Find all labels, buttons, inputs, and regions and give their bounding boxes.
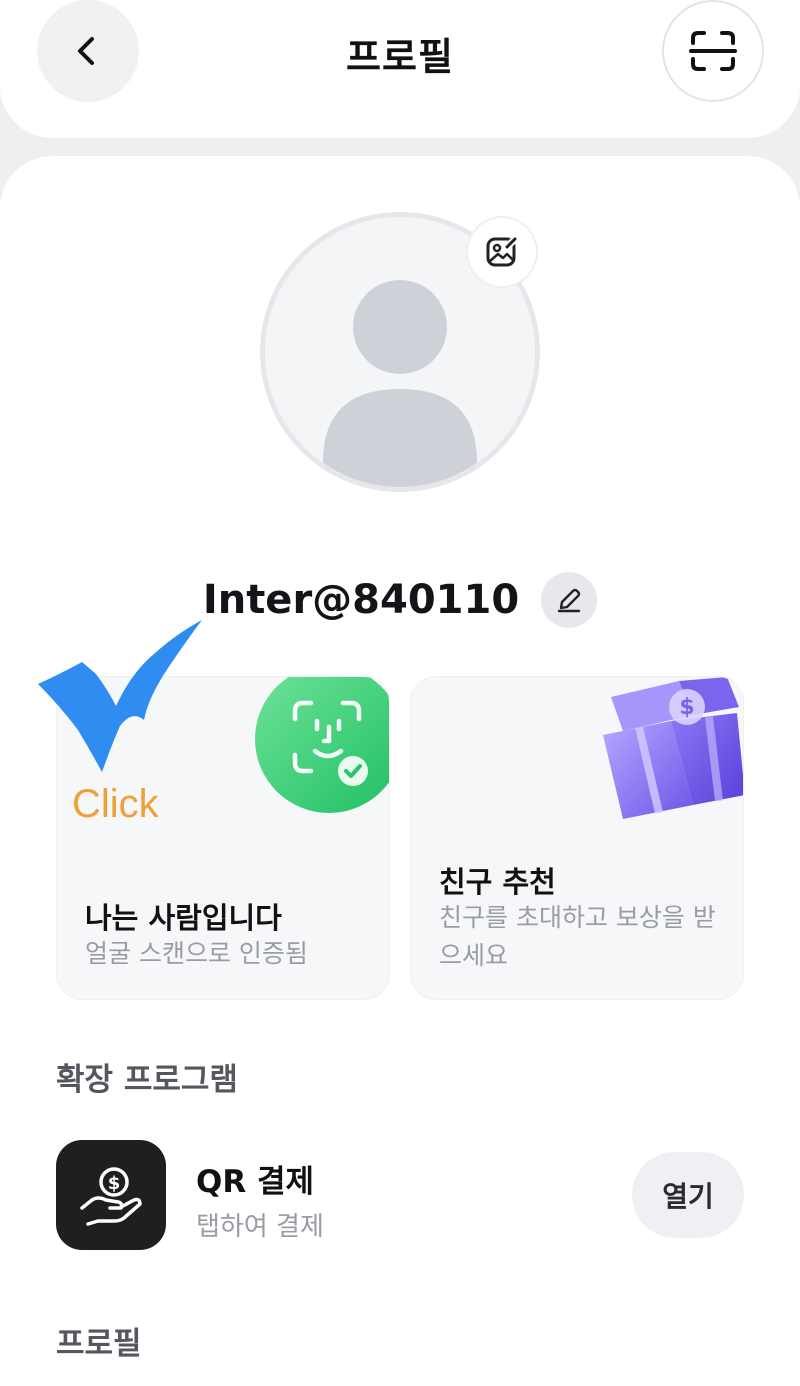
checkmark-annotation-icon [38, 620, 202, 772]
extension-name: QR 결제 [196, 1164, 315, 1200]
top-bar: 프로필 [0, 0, 800, 138]
image-edit-icon [486, 236, 518, 267]
click-annotation-label: Click [72, 782, 159, 826]
edit-name-button[interactable] [541, 572, 598, 628]
card-title: 나는 사람입니다 [85, 901, 282, 935]
extensions-section-title: 확장 프로그램 [56, 1062, 238, 1098]
card-subtitle: 얼굴 스캔으로 인증됨 [85, 939, 308, 968]
scan-button[interactable] [662, 0, 764, 102]
username: Inter@840110 [202, 577, 520, 623]
coin-hand-icon: $ [80, 1167, 142, 1226]
scan-frame-icon [689, 31, 737, 71]
photo-edit-button[interactable] [468, 218, 536, 286]
gift-box-icon: $ [603, 677, 743, 819]
profile-section-title: 프로필 [56, 1326, 142, 1362]
card-title: 친구 추천 [439, 865, 556, 899]
pencil-icon [557, 588, 581, 613]
svg-text:$: $ [679, 695, 694, 720]
extension-description: 탭하여 결제 [196, 1212, 324, 1242]
invite-friends-card[interactable]: $ 친구 추천 친구를 초대하고 보상을 받으세요 [410, 676, 744, 1000]
qr-payment-app-icon[interactable]: $ [56, 1140, 166, 1250]
svg-text:$: $ [108, 1173, 121, 1194]
card-subtitle: 친구를 초대하고 보상을 받으세요 [439, 903, 716, 970]
face-scan-icon [255, 677, 389, 813]
open-extension-button[interactable]: 열기 [632, 1152, 744, 1238]
